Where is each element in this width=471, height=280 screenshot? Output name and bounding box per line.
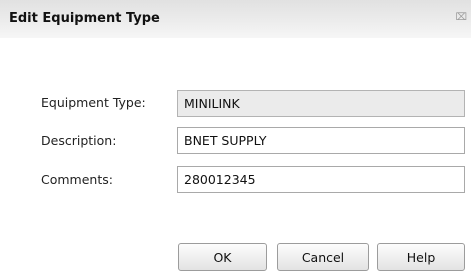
ok-button[interactable]: OK (178, 243, 267, 271)
equipment-type-label: Equipment Type: (41, 95, 146, 110)
dialog-titlebar: Edit Equipment Type ⌧ (0, 0, 471, 38)
comments-label: Comments: (41, 172, 113, 187)
cancel-button[interactable]: Cancel (277, 243, 369, 271)
help-button[interactable]: Help (377, 243, 465, 271)
description-field[interactable] (177, 127, 465, 154)
comments-field[interactable] (177, 166, 465, 193)
equipment-type-field[interactable] (177, 90, 465, 117)
edit-equipment-type-dialog: Edit Equipment Type ⌧ Equipment Type: De… (0, 0, 471, 280)
close-icon[interactable]: ⌧ (455, 13, 467, 23)
description-label: Description: (41, 133, 117, 148)
dialog-title: Edit Equipment Type (9, 11, 160, 26)
